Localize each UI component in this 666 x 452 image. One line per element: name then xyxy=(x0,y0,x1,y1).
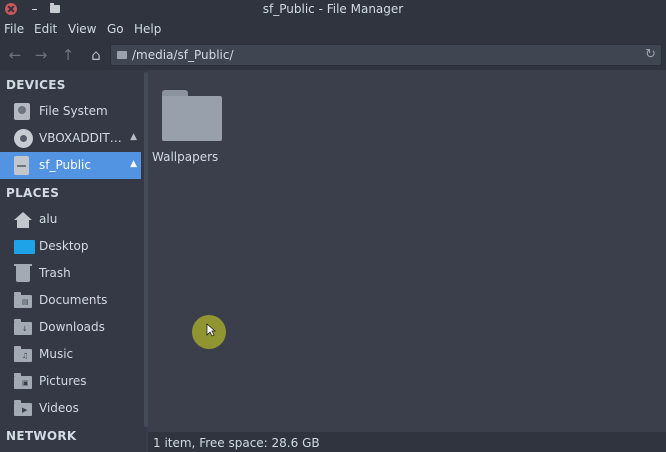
places-header: PLACES xyxy=(6,186,60,200)
toolbar: ← → ↑ ⌂ /media/sf_Public/ ↻ xyxy=(0,40,666,70)
sidebar-item-videos[interactable]: ▶ Videos xyxy=(0,395,141,422)
sidebar-item-music[interactable]: ♫ Music xyxy=(0,341,141,368)
sidebar-item-label: Documents xyxy=(39,293,108,307)
videos-folder-icon: ▶ xyxy=(14,400,32,416)
pictures-folder-icon: ▣ xyxy=(14,373,32,389)
back-arrow-icon[interactable]: ← xyxy=(5,45,25,65)
menu-bar: File Edit View Go Help xyxy=(0,19,666,40)
sidebar-item-sf-public[interactable]: sf_Public ▲ xyxy=(0,152,141,179)
sidebar-item-desktop[interactable]: Desktop xyxy=(0,233,141,260)
network-header: NETWORK xyxy=(6,429,77,443)
optical-disc-icon xyxy=(14,129,33,148)
menu-view[interactable]: View xyxy=(68,22,96,36)
eject-icon[interactable]: ▲ xyxy=(130,132,137,142)
title-bar: sf_Public - File Manager xyxy=(0,0,666,19)
sidebar-item-trash[interactable]: Trash xyxy=(0,260,141,287)
trash-icon xyxy=(14,264,32,282)
documents-folder-icon: ▤ xyxy=(14,292,32,308)
home-icon xyxy=(14,212,32,228)
desktop-icon xyxy=(14,240,35,254)
sidebar-item-label: File System xyxy=(39,104,108,118)
status-text: 1 item, Free space: 28.6 GB xyxy=(153,436,320,450)
sidebar-item-label: VBOXADDIT… xyxy=(39,131,122,145)
sidebar-item-alu[interactable]: alu xyxy=(0,206,141,233)
sidebar-item-pictures[interactable]: ▣ Pictures xyxy=(0,368,141,395)
music-folder-icon: ♫ xyxy=(14,346,32,362)
folder-body xyxy=(162,96,222,141)
file-view[interactable]: Wallpapers xyxy=(148,70,666,432)
status-bar: 1 item, Free space: 28.6 GB xyxy=(148,432,666,452)
sidebar-item-label: alu xyxy=(39,212,58,226)
up-arrow-icon[interactable]: ↑ xyxy=(58,45,78,65)
menu-help[interactable]: Help xyxy=(134,22,161,36)
location-bar[interactable]: /media/sf_Public/ ↻ xyxy=(110,44,662,66)
mouse-pointer-icon xyxy=(206,323,217,340)
usb-drive-icon xyxy=(14,156,29,175)
devices-header: DEVICES xyxy=(6,78,66,92)
menu-edit[interactable]: Edit xyxy=(34,22,57,36)
sidebar-item-label: Pictures xyxy=(39,374,87,388)
folder-icon xyxy=(117,51,127,59)
menu-go[interactable]: Go xyxy=(107,22,124,36)
sidebar-item-label: Videos xyxy=(39,401,79,415)
forward-arrow-icon[interactable]: → xyxy=(31,45,51,65)
reload-icon[interactable]: ↻ xyxy=(645,47,656,62)
sidebar-item-file-system[interactable]: File System xyxy=(0,98,141,125)
home-icon[interactable]: ⌂ xyxy=(86,45,106,65)
sidebar-item-documents[interactable]: ▤ Documents xyxy=(0,287,141,314)
harddisk-icon xyxy=(14,103,30,120)
sidebar-item-downloads[interactable]: ↓ Downloads xyxy=(0,314,141,341)
sidebar-item-label: sf_Public xyxy=(39,158,91,172)
sidebar-item-vboxadditions[interactable]: VBOXADDIT… ▲ xyxy=(0,125,141,152)
sidebar-item-label: Desktop xyxy=(39,239,89,253)
eject-icon[interactable]: ▲ xyxy=(130,159,137,169)
folder-icon[interactable] xyxy=(162,90,222,141)
sidebar-item-label: Downloads xyxy=(39,320,105,334)
file-item-name[interactable]: Wallpapers xyxy=(152,150,232,164)
menu-file[interactable]: File xyxy=(4,22,24,36)
sidebar: DEVICES File System VBOXADDIT… ▲ sf_Publ… xyxy=(0,70,146,452)
sidebar-item-label: Trash xyxy=(39,266,71,280)
downloads-folder-icon: ↓ xyxy=(14,319,32,335)
sidebar-item-label: Music xyxy=(39,347,74,361)
location-path[interactable]: /media/sf_Public/ xyxy=(132,48,234,62)
window-title: sf_Public - File Manager xyxy=(262,2,404,16)
